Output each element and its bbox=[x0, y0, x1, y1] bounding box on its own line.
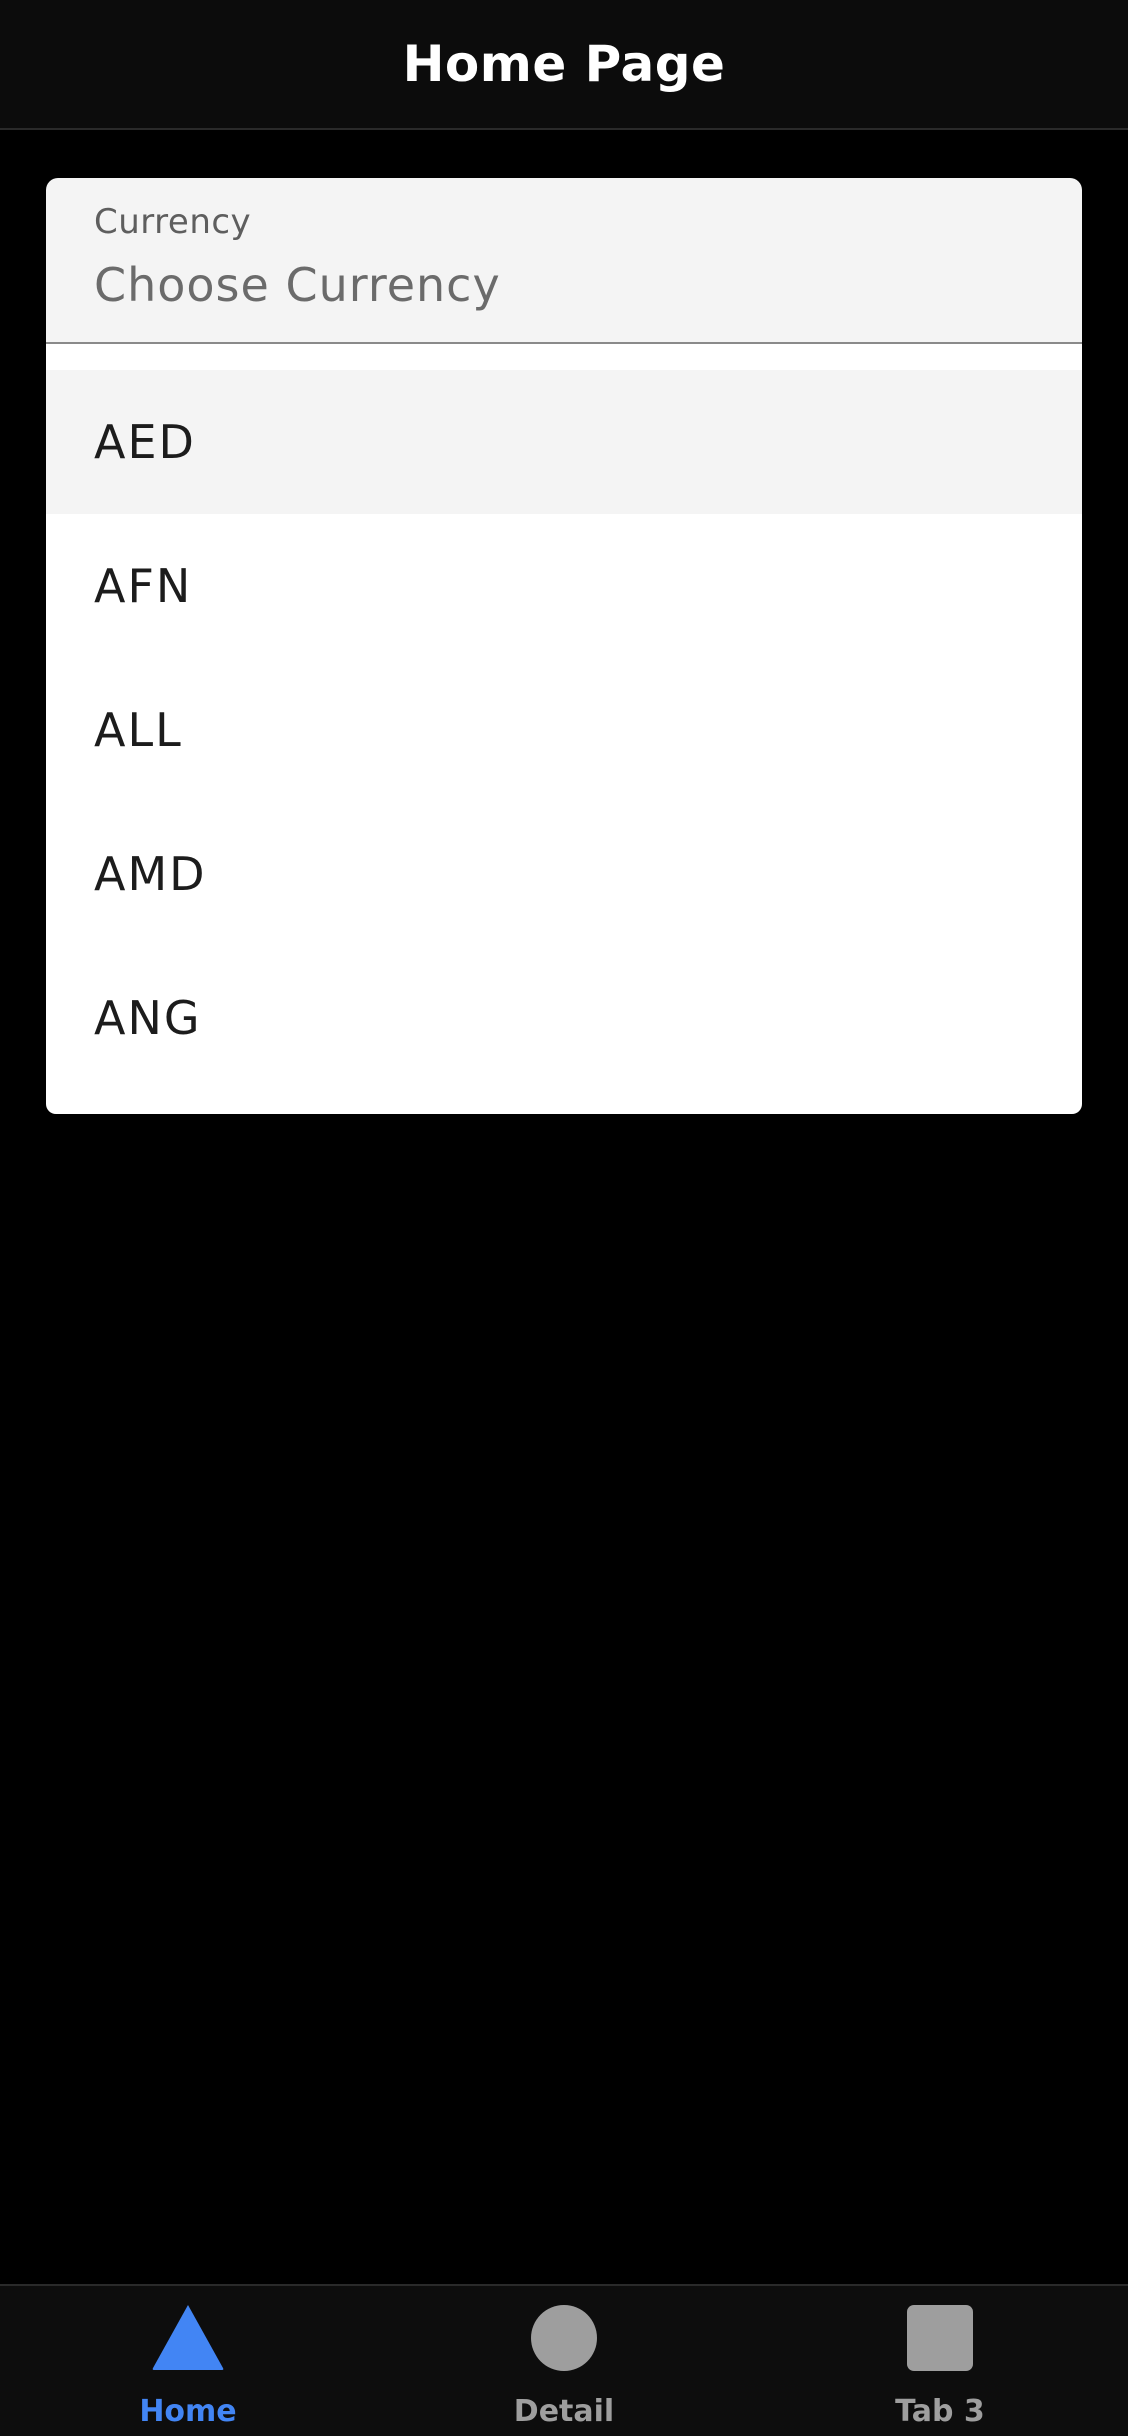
app-bar: Home Page bbox=[0, 0, 1128, 130]
currency-dropdown-menu: AED AFN ALL AMD ANG bbox=[46, 344, 1082, 1114]
tab-home-label: Home bbox=[139, 2394, 237, 2429]
currency-field-label: Currency bbox=[94, 202, 252, 242]
tab-3[interactable]: Tab 3 bbox=[752, 2286, 1128, 2436]
tab-detail[interactable]: Detail bbox=[376, 2286, 752, 2436]
bottom-navigation-bar: Home Detail Tab 3 bbox=[0, 2284, 1128, 2436]
tab-home[interactable]: Home bbox=[0, 2286, 376, 2436]
square-icon bbox=[906, 2302, 974, 2377]
currency-option-all[interactable]: ALL bbox=[46, 658, 1082, 802]
currency-option-aed[interactable]: AED bbox=[46, 370, 1082, 514]
tab-detail-label: Detail bbox=[513, 2394, 615, 2429]
circle-icon bbox=[530, 2302, 598, 2377]
page-title: Home Page bbox=[402, 35, 726, 93]
currency-option-ang[interactable]: ANG bbox=[46, 946, 1082, 1090]
currency-dropdown-field[interactable]: Currency Choose Currency bbox=[46, 178, 1082, 344]
triangle-icon bbox=[150, 2302, 226, 2377]
currency-option-amd[interactable]: AMD bbox=[46, 802, 1082, 946]
tab-3-label: Tab 3 bbox=[895, 2394, 985, 2429]
currency-field-placeholder: Choose Currency bbox=[94, 258, 501, 312]
currency-option-afn[interactable]: AFN bbox=[46, 514, 1082, 658]
